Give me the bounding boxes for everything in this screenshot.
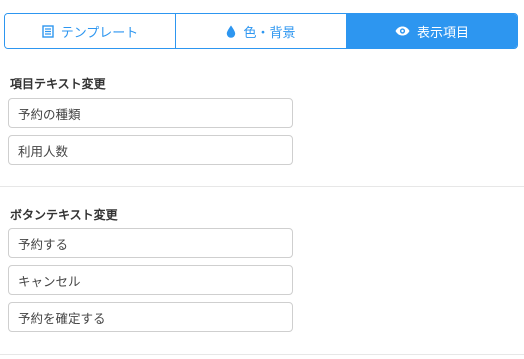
confirm-button-text-field[interactable]	[8, 302, 293, 332]
tab-color-background-label: 色・背景	[243, 25, 296, 41]
tab-template-label: テンプレート	[60, 25, 139, 41]
reserve-button-text-field[interactable]	[8, 228, 293, 258]
settings-tab-bar: テンプレート 色・背景 表示項目	[4, 13, 518, 49]
list-icon	[41, 24, 54, 38]
item-text-section-title: 項目テキスト変更	[10, 77, 106, 91]
item-people-field[interactable]	[8, 135, 293, 165]
item-type-field[interactable]	[8, 98, 293, 128]
button-text-section-title: ボタンテキスト変更	[10, 208, 118, 222]
eye-icon	[395, 26, 410, 36]
tab-template[interactable]: テンプレート	[5, 14, 175, 48]
tab-color-background[interactable]: 色・背景	[175, 14, 346, 48]
tab-display-items[interactable]: 表示項目	[346, 14, 517, 48]
section-divider	[0, 186, 524, 187]
bottom-divider	[0, 354, 524, 355]
drop-icon	[226, 25, 236, 38]
tab-display-items-label: 表示項目	[416, 25, 469, 41]
cancel-button-text-field[interactable]	[8, 265, 293, 295]
